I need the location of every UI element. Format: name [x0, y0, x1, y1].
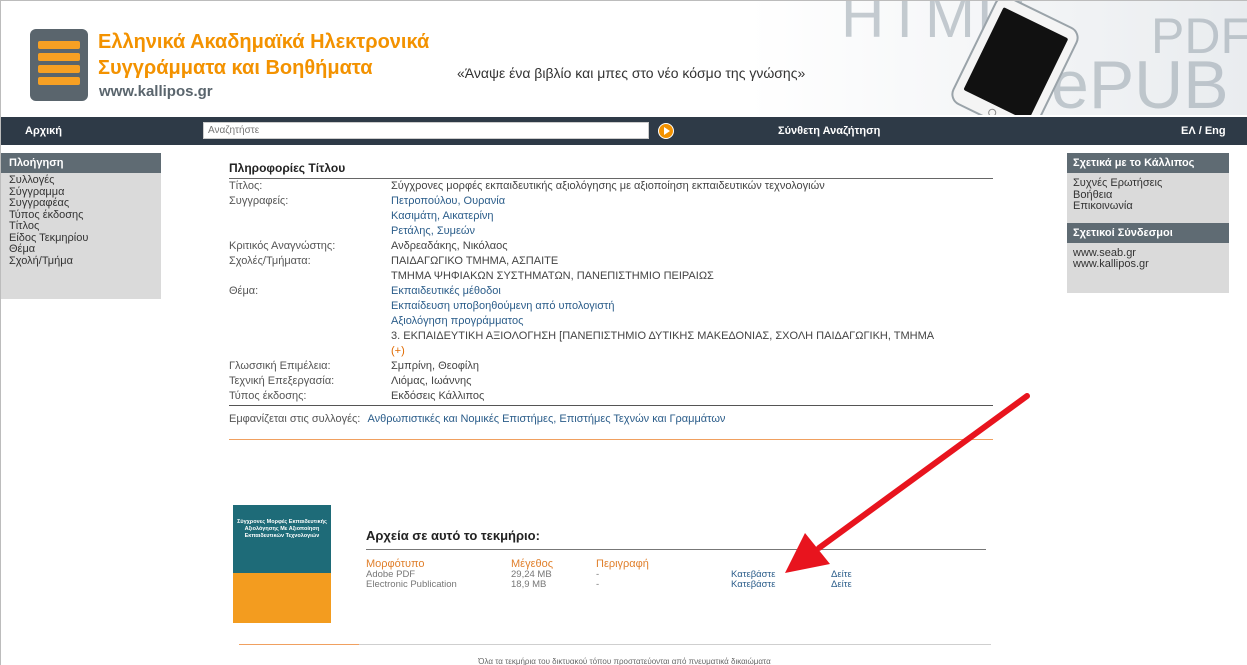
annotation-arrow-icon [785, 393, 1030, 573]
page-frame: HTML5 PDF ePUB Ελληνικά Ακαδημαϊκά Ηλεκτ… [0, 0, 1247, 665]
